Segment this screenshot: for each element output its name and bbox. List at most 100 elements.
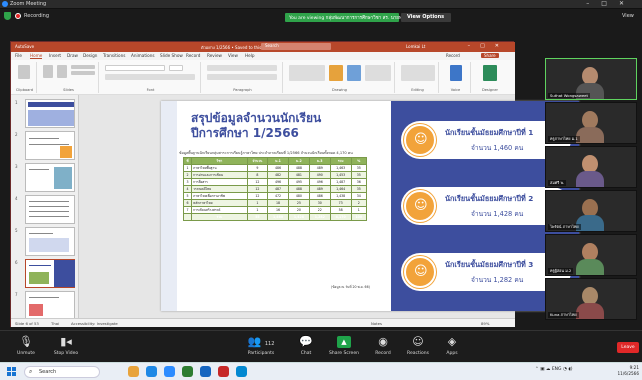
slide-thumb[interactable]: 1 [15,99,75,128]
powerpoint-icon[interactable] [218,366,229,377]
menu-file[interactable]: File [15,53,22,58]
paste-icon[interactable] [18,65,30,79]
quick-styles-icon[interactable] [347,65,361,81]
leave-button[interactable]: Leave [617,342,639,353]
font-format-buttons[interactable] [105,74,195,80]
participant-tile[interactable]: Suthat Wongsaweet [545,58,637,100]
record-button[interactable]: ◉ Record [363,333,403,361]
font-family-select[interactable] [105,65,165,71]
table-cell: 1,487 [329,178,352,186]
list-buttons[interactable] [207,65,277,71]
share-screen-button[interactable]: ▲ Share Screen [322,333,366,361]
ppt-user-name[interactable]: Lomkai Lt [406,44,425,49]
apps-label: Apps [446,351,458,356]
ppt-ribbon: Clipboard Slides Font Paragraph Drawing [11,60,515,95]
taskbar-search-placeholder: Search [39,369,57,375]
clock-date: 11/6/2566 [617,371,639,376]
zoom-app-icon[interactable] [164,366,175,377]
menu-record[interactable]: Record [186,53,200,58]
table-cell: 58 [329,206,352,214]
menu-transitions[interactable]: Transitions [103,53,125,58]
menu-animations[interactable]: Animations [131,53,155,58]
ppt-record-button[interactable]: Record [446,53,460,58]
table-row: 7 การเขียนสร้างสรรค์ 1 16 20 22 58 1 [182,206,368,214]
grade-card-count: จำนวน 1,428 คน [471,210,524,218]
table-cell: การเขียนสร้างสรรค์ [191,206,248,214]
menu-insert[interactable]: Insert [49,53,61,58]
table-cell: 3 [182,178,193,186]
status-zoom-level[interactable]: 89% [481,321,489,326]
participant-name: ครูภาษาไทย ม.1 [548,136,580,142]
store-icon[interactable] [236,366,247,377]
table-source-note: (ข้อมูล ณ วันที่ 20 พ.ย. 66) [331,285,370,289]
shapes-gallery[interactable] [289,65,325,81]
new-slide-icon[interactable] [43,65,53,78]
table-header-cell: รวม [329,157,352,165]
unmute-button[interactable]: 🎙 Unmute [6,333,46,361]
security-shield-icon[interactable] [4,12,11,20]
view-options-button[interactable]: View Options [401,13,451,22]
find-replace-select[interactable] [401,65,435,81]
participant-name: ครูผู้สอน ม.2 [548,268,574,274]
slide-thumb[interactable]: 7 [15,291,75,320]
ppt-share-button[interactable]: Share [481,53,499,58]
apps-button[interactable]: ◈ Apps [432,333,472,361]
menu-help[interactable]: Help [245,53,255,58]
participant-tile[interactable]: ไพรัตน์ ภาษาไทย [545,190,637,232]
autosave-toggle[interactable]: AutoSave [15,44,34,49]
menu-design[interactable]: Design [83,53,97,58]
menu-view[interactable]: View [228,53,238,58]
slide-thumb[interactable]: 3 [15,163,75,192]
status-notes-button[interactable]: Notes [371,321,382,326]
menu-slide-show[interactable]: Slide Show [160,53,183,58]
view-button[interactable]: View [622,13,634,19]
ppt-window-controls[interactable]: –□✕ [468,43,509,49]
chrome-icon[interactable] [182,366,193,377]
participants-button[interactable]: 👥 112 Participants [238,333,284,361]
tray-language[interactable]: ENG [552,367,562,372]
windows-start-icon[interactable] [7,367,17,377]
status-accessibility[interactable]: Accessibility: Investigate [71,321,118,326]
ppt-titlebar: AutoSave ตัวอย่าง 1/2566 • Saved to this… [11,42,515,52]
taskbar-clock[interactable]: 9:21 11/6/2566 [605,365,639,377]
word-icon[interactable] [200,366,211,377]
font-size-select[interactable] [169,65,183,71]
taskbar-search[interactable]: ⌕ Search [24,366,100,378]
ppt-search-box[interactable]: Search [261,43,331,50]
participant-gallery: Suthat Wongsaweet ครูภาษาไทย ม.1 สมศรี พ… [545,58,637,320]
system-tray[interactable]: ⌃ ▣ ☁ ENG ◔ ◖) [535,367,572,372]
taskbar-app-icon[interactable] [128,366,139,377]
layout-icon[interactable] [71,65,95,69]
chat-button[interactable]: 💬 Chat [286,333,326,361]
reset-icon[interactable] [71,71,95,75]
table-total-cell: 1,282 [308,213,331,221]
status-language[interactable]: Thai [51,321,59,326]
stop-video-button[interactable]: ▮◂ Stop Video [46,333,86,361]
slide-thumb-selected[interactable]: 6 [15,259,75,288]
student-table: ที่ วิชา จำนวน ม.1 ม.2 ม.3 รวม% 1 ภาษาไทยพื้นฐา… [182,157,368,221]
reuse-slides-icon[interactable] [57,65,67,78]
slide[interactable]: สรุปข้อมูลจำนวนนักเรียน ปีการศึกษา 1/256… [161,101,579,311]
participant-tile[interactable]: ครูภาษาไทย ม.1 [545,102,637,144]
edge-icon[interactable] [146,366,157,377]
participant-tile[interactable]: สมศรี พ. [545,146,637,188]
participant-tile[interactable]: ครูผู้สอน ม.2 [545,234,637,276]
menu-home[interactable]: Home [30,53,43,59]
window-controls[interactable]: –□✕ [586,0,636,7]
slide-thumb[interactable]: 5 [15,227,75,256]
align-buttons[interactable] [207,74,277,80]
table-cell: 35 [350,164,368,172]
designer-icon[interactable] [483,65,497,81]
dictate-icon[interactable] [450,65,462,81]
slide-thumb[interactable]: 4 [15,195,75,224]
table-row: 4 วรรณคดีไทย 12 487 488 489 1,464 35 [182,185,368,193]
slide-note: ข้อมูลพื้นฐานนักเรียนกลุ่มสาระการเรียนรู… [179,151,353,155]
participant-tile[interactable]: Kuna ภาษาไทย [545,278,637,320]
slide-thumb[interactable]: 2 [15,131,75,160]
shape-fill-outline[interactable] [365,65,391,81]
grade-card-heading: นักเรียนชั้นมัธยมศึกษาปีที่ 2 [445,194,534,203]
menu-review[interactable]: Review [207,53,222,58]
ribbon-editing: Editing [397,62,439,93]
menu-draw[interactable]: Draw [67,53,78,58]
arrange-icon[interactable] [329,65,343,81]
